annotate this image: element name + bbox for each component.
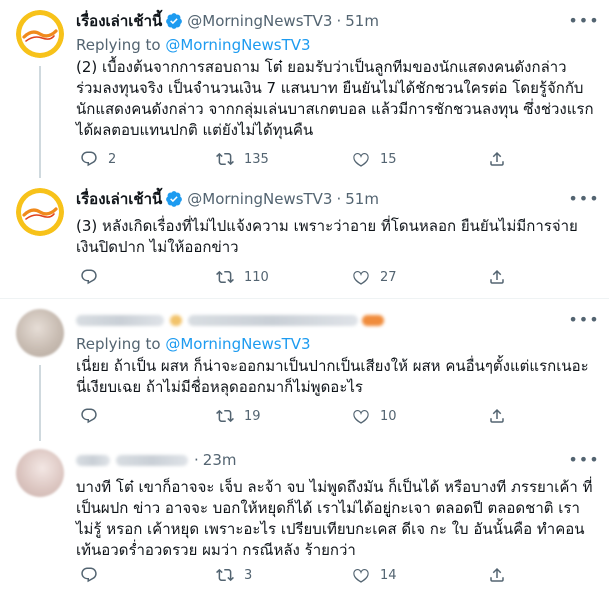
share-button[interactable] (488, 268, 518, 286)
like-button[interactable]: 27 (352, 268, 488, 286)
timestamp[interactable]: 51m (345, 11, 379, 31)
tweet-actions: 2 135 15 (80, 148, 518, 170)
tweet-3[interactable]: ••• Replying to @MorningNewsTV3 เนี่ยย ถ… (0, 299, 609, 441)
like-icon (353, 568, 369, 583)
share-button[interactable] (488, 407, 518, 425)
reply-icon (81, 151, 97, 167)
avatar[interactable] (16, 188, 64, 236)
avatar[interactable] (16, 309, 64, 357)
separator: · (194, 451, 199, 469)
tweet-2[interactable]: เรื่องเล่าเช้านี้ @MorningNewsTV3 · 51m … (0, 178, 609, 298)
like-button[interactable]: 10 (352, 407, 488, 425)
tweet-text: เนี่ยย ถ้าเป็น ผสห ก็น่าจะออกมาเป็นปากเป… (76, 357, 589, 396)
tweet-text: บางที โต๋ เขาก็อาจจะ เจ็บ ละจ้า จบ ไม่พู… (76, 478, 593, 559)
separator: · (336, 12, 342, 30)
more-icon[interactable]: ••• (568, 309, 598, 331)
author-handle[interactable]: @MorningNewsTV3 (187, 11, 332, 31)
morningnews-logo (16, 188, 64, 236)
thread-line (39, 365, 41, 441)
verified-badge-icon (166, 13, 183, 29)
author-name[interactable]: เรื่องเล่าเช้านี้ (76, 11, 162, 31)
replying-to: Replying to @MorningNewsTV3 (76, 334, 595, 354)
retweet-button[interactable]: 135 (216, 150, 352, 168)
more-icon[interactable]: ••• (568, 449, 598, 471)
avatar[interactable] (16, 10, 64, 58)
more-icon[interactable]: ••• (568, 10, 598, 32)
mention-link[interactable]: @MorningNewsTV3 (165, 335, 310, 353)
tweet-text: (2) เบื้องต้นจากการสอบถาม โต๋ ยอมรับว่าเ… (76, 58, 594, 139)
replying-to-label: Replying to (76, 335, 161, 353)
reply-button[interactable] (80, 268, 216, 286)
author-name[interactable]: เรื่องเล่าเช้านี้ (76, 189, 162, 209)
retweet-count: 19 (244, 408, 261, 424)
redacted-handle (188, 314, 358, 326)
tweet-4[interactable]: · 23m ••• บางที โต๋ เขาก็อาจจะ เจ็บ ละจ้… (0, 441, 609, 609)
share-button[interactable] (488, 566, 518, 584)
redacted-emoji (170, 314, 182, 326)
redacted-display-name (76, 314, 164, 326)
retweet-count: 110 (244, 269, 269, 285)
tweet-text: (3) หลังเกิดเรื่องที่ไม่ไปแจ้งความ เพราะ… (76, 217, 578, 256)
like-button[interactable]: 14 (352, 566, 488, 584)
share-button[interactable] (488, 150, 518, 168)
redacted-handle (116, 454, 188, 466)
share-icon (490, 408, 504, 423)
avatar[interactable] (16, 449, 64, 497)
verified-badge-icon (166, 191, 183, 207)
tweet-actions: 19 10 (80, 405, 518, 427)
separator: · (336, 190, 342, 208)
retweet-icon (216, 568, 234, 582)
like-count: 15 (380, 151, 397, 167)
retweet-icon (216, 152, 234, 166)
like-count: 27 (380, 269, 397, 285)
retweet-icon (216, 270, 234, 284)
retweet-button[interactable]: 110 (216, 268, 352, 286)
tweet-actions: 110 27 (80, 266, 518, 288)
tweet-header: · 23m ••• (76, 449, 599, 471)
retweet-count: 3 (244, 567, 253, 583)
tweet-header: เรื่องเล่าเช้านี้ @MorningNewsTV3 · 51m … (76, 188, 599, 210)
like-icon (353, 409, 369, 424)
replying-to: Replying to @MorningNewsTV3 (76, 35, 595, 55)
like-icon (353, 152, 369, 167)
share-icon (490, 269, 504, 284)
tweet-actions: 3 14 (80, 564, 518, 586)
reply-icon (81, 567, 97, 583)
replying-to-label: Replying to (76, 36, 161, 54)
timestamp[interactable]: 23m (203, 450, 237, 470)
mention-link[interactable]: @MorningNewsTV3 (165, 36, 310, 54)
reply-button[interactable] (80, 407, 216, 425)
like-count: 10 (380, 408, 397, 424)
like-icon (353, 270, 369, 285)
tweet-1[interactable]: เรื่องเล่าเช้านี้ @MorningNewsTV3 · 51m … (0, 0, 609, 178)
retweet-count: 135 (244, 151, 269, 167)
retweet-button[interactable]: 3 (216, 566, 352, 584)
tweet-header: เรื่องเล่าเช้านี้ @MorningNewsTV3 · 51m … (76, 10, 599, 32)
reply-count: 2 (108, 151, 117, 167)
retweet-button[interactable]: 19 (216, 407, 352, 425)
reply-icon (81, 269, 97, 285)
thread-line (39, 66, 41, 178)
redacted-display-name (76, 454, 110, 466)
like-button[interactable]: 15 (352, 150, 488, 168)
more-icon[interactable]: ••• (568, 188, 598, 210)
reply-button[interactable]: 2 (80, 150, 216, 168)
timestamp[interactable]: 51m (345, 189, 379, 209)
reply-icon (81, 408, 97, 424)
redacted-emoji (362, 314, 384, 326)
author-handle[interactable]: @MorningNewsTV3 (187, 189, 332, 209)
retweet-icon (216, 409, 234, 423)
share-icon (490, 151, 504, 166)
tweet-header: ••• (76, 309, 599, 331)
reply-button[interactable] (80, 566, 216, 584)
morningnews-logo (16, 10, 64, 58)
share-icon (490, 567, 504, 582)
like-count: 14 (380, 567, 397, 583)
